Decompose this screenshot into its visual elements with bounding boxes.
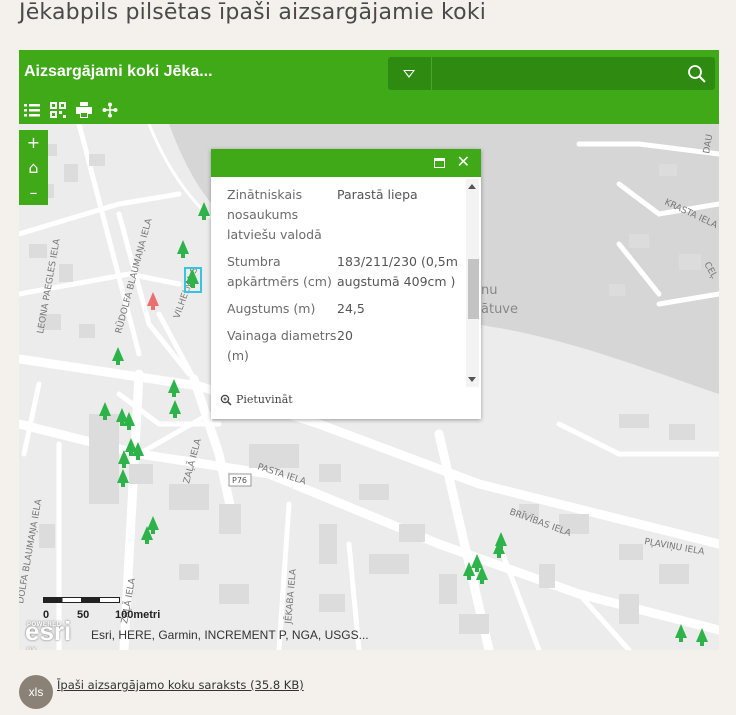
search-input[interactable] [433, 57, 673, 90]
popup-key: Vainaga diametrs (m) [227, 328, 337, 363]
tree-marker-red [147, 292, 159, 310]
popup-row: Stumbra apkārtmērs (cm) 183/211/230 (0,5… [227, 252, 465, 292]
label-nu: nu [481, 283, 497, 298]
search-source-dropdown[interactable] [388, 57, 432, 90]
xls-badge-icon: xls [19, 675, 53, 709]
popup-header: ✕ [211, 149, 481, 177]
label-p76: P76 [232, 476, 247, 485]
search-icon[interactable] [687, 64, 707, 84]
tree-marker [112, 347, 124, 365]
tree-marker [198, 202, 210, 220]
label-rudolfa-blaumana-2: DOLFA BLAUMAŅA IELA [19, 498, 44, 605]
popup-content: Zinātniskais nosaukums latviešu valodā P… [211, 177, 481, 390]
zoom-to-label: Pietuvināt [236, 393, 293, 406]
tree-marker [675, 624, 687, 642]
list-icon[interactable] [24, 102, 40, 118]
toolbar [19, 96, 719, 124]
file-download: xls Īpaši aizsargājamo koku saraksts (35… [19, 675, 304, 709]
app-header: Aizsargājami koki Jēka... [19, 50, 719, 96]
zoom-controls: + ⌂ – [19, 130, 48, 205]
page-title: Jēkabpils pilsētas īpaši aizsargājamie k… [19, 0, 487, 25]
attribution: Esri, HERE, Garmin, INCREMENT P, NGA, US… [91, 628, 369, 642]
print-icon[interactable] [76, 102, 92, 118]
popup-value: Parastā liepa [337, 187, 418, 202]
file-download-link[interactable]: Īpaši aizsargājamo koku saraksts (35.8 K… [57, 678, 304, 692]
qr-icon[interactable] [50, 102, 66, 118]
scroll-down-icon[interactable] [468, 377, 476, 382]
popup-value: 20 [337, 328, 353, 343]
popup-row: Zinātniskais nosaukums latviešu valodā P… [227, 185, 465, 245]
scroll-up-icon[interactable] [468, 184, 476, 189]
search-box [388, 57, 715, 90]
scroll-thumb[interactable] [468, 259, 479, 319]
map-app: LEONA PAEGLES IELA RŪDOLFA BLAUMAŅA IELA… [19, 50, 719, 650]
zoom-out-button[interactable]: – [19, 180, 48, 205]
feature-popup: ✕ Zinātniskais nosaukums latviešu valodā… [211, 149, 481, 419]
tree-marker [177, 240, 189, 258]
map-canvas[interactable]: LEONA PAEGLES IELA RŪDOLFA BLAUMAŅA IELA… [19, 121, 719, 650]
home-button[interactable]: ⌂ [19, 155, 48, 180]
tree-marker [169, 400, 181, 418]
scale-tick-50: 50 [77, 609, 90, 621]
scale-tick-100: 100metri [115, 609, 161, 621]
esri-logo: POWERED BY esri [25, 618, 71, 650]
label-atuve: ātuve [481, 302, 518, 317]
maximize-icon[interactable] [434, 158, 445, 168]
share-icon[interactable] [102, 102, 118, 118]
popup-value: 24,5 [337, 301, 365, 316]
app-title: Aizsargājami koki Jēka... [24, 63, 213, 80]
zoom-to-link[interactable]: Pietuvināt [220, 393, 293, 406]
powered-by-text: POWERED BY [27, 622, 62, 650]
popup-row: Augstums (m) 24,5 [227, 299, 465, 319]
popup-key: Zinātniskais nosaukums latviešu valodā [227, 187, 322, 242]
close-icon[interactable]: ✕ [457, 152, 470, 171]
popup-scrollbar[interactable] [466, 179, 479, 387]
magnifier-icon [220, 394, 232, 406]
popup-value: 183/211/230 (0,5m augstumā 409cm ) [337, 254, 458, 289]
popup-row: Vainaga diametrs (m) 20 [227, 326, 465, 366]
zoom-in-button[interactable]: + [19, 130, 48, 155]
popup-key: Stumbra apkārtmērs (cm) [227, 254, 332, 289]
popup-key: Augstums (m) [227, 301, 316, 316]
